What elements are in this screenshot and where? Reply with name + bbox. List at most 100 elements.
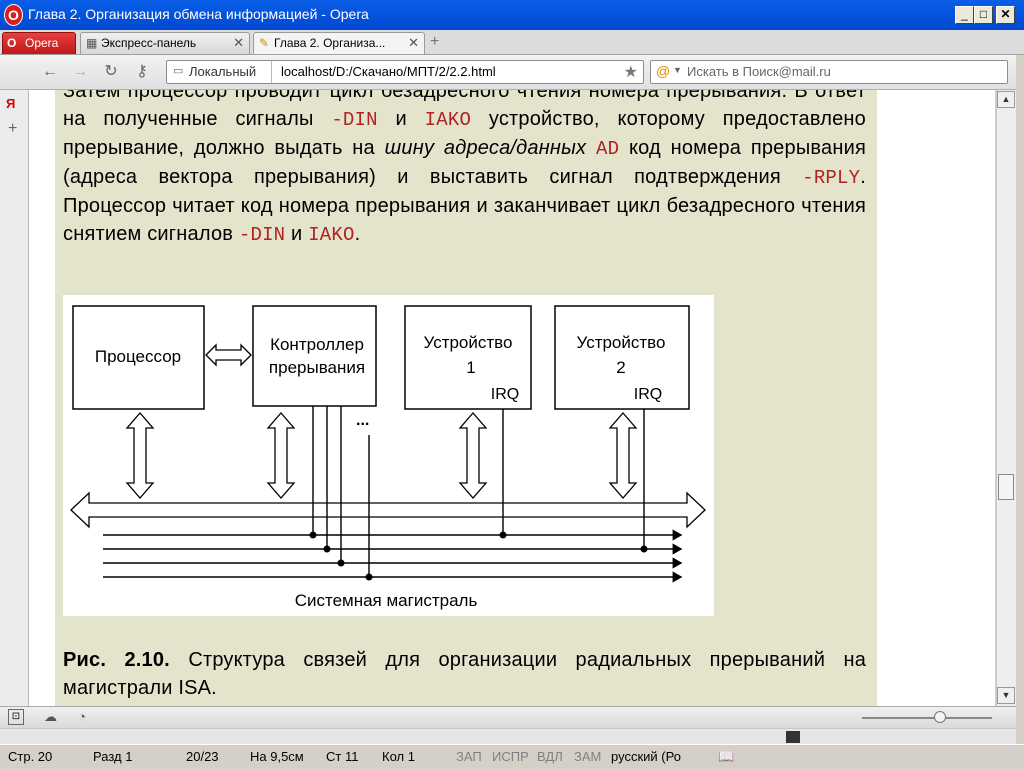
signal-name: -DIN bbox=[238, 224, 286, 246]
device-2-bus-arrow bbox=[608, 412, 638, 499]
system-bus-arrow bbox=[70, 491, 706, 529]
browser-status-bar: ⊡ ☁ ◔ bbox=[0, 706, 1016, 729]
zoom-slider-track[interactable] bbox=[862, 717, 992, 719]
url-text: localhost/D:/Скачано/МПТ/2/2.2.html bbox=[281, 64, 496, 79]
device-1-irq: IRQ bbox=[491, 386, 519, 403]
processor-bus-arrow bbox=[125, 412, 155, 499]
device-2-label: Устройство bbox=[577, 333, 666, 352]
processor-label: Процессор bbox=[95, 347, 181, 366]
opera-menu-label: Opera bbox=[25, 36, 59, 50]
document-page: Затем процессор проводит цикл безадресно… bbox=[55, 90, 877, 706]
figure-caption: Рис. 2.10. Структура связей для организа… bbox=[63, 646, 866, 702]
speed-icon[interactable]: ◔ bbox=[78, 709, 86, 724]
zoom-slider-handle[interactable] bbox=[934, 711, 946, 723]
vertical-scrollbar[interactable]: ▲ ▼ bbox=[996, 90, 1017, 706]
close-tab-icon[interactable]: ✕ bbox=[233, 33, 244, 53]
controller-label-line2: прерывания bbox=[269, 358, 365, 377]
spelling-book-icon[interactable]: 📖 bbox=[718, 749, 734, 765]
device-1-number: 1 bbox=[466, 358, 475, 377]
search-placeholder: Искать в Поиск@mail.ru bbox=[687, 64, 831, 79]
device-1-bus-arrow bbox=[458, 412, 488, 499]
body-paragraph: Затем процессор проводит цикл безадресно… bbox=[63, 90, 866, 249]
taskbar-strip bbox=[0, 728, 1016, 745]
italic-term: шину адреса/данных bbox=[384, 137, 587, 159]
status-track-changes[interactable]: ИСПР bbox=[492, 749, 529, 764]
tab-label: Глава 2. Организа... bbox=[274, 36, 386, 50]
maximize-button[interactable]: □ bbox=[974, 6, 993, 24]
url-field[interactable]: ▭ Локальный localhost/D:/Скачано/МПТ/2/2… bbox=[166, 60, 644, 84]
proc-ctrl-arrow bbox=[205, 343, 252, 367]
url-divider bbox=[271, 61, 272, 83]
add-panel-icon[interactable]: + bbox=[8, 120, 17, 138]
close-tab-icon[interactable]: ✕ bbox=[408, 33, 419, 53]
signal-name: -RPLY bbox=[802, 167, 861, 189]
signal-name: IAKO bbox=[308, 224, 355, 246]
tab-bar: O Opera ▦ Экспресс-панель ✕ ✎ Глава 2. О… bbox=[0, 30, 1024, 55]
status-record[interactable]: ЗАП bbox=[456, 749, 482, 764]
opera-menu-button[interactable]: O Opera bbox=[2, 32, 76, 54]
yandex-icon[interactable]: Я bbox=[6, 96, 15, 111]
status-position: На 9,5см bbox=[250, 749, 304, 764]
paragraph-text: и bbox=[377, 108, 425, 130]
back-arrow-icon[interactable]: ← bbox=[40, 62, 60, 82]
minimize-button[interactable]: _ bbox=[955, 6, 974, 24]
paragraph-text: . bbox=[354, 223, 361, 245]
controller-box bbox=[252, 305, 377, 407]
signal-name: IAKO bbox=[424, 109, 472, 131]
controller-bus-arrow bbox=[266, 412, 296, 499]
dropdown-icon[interactable] bbox=[786, 731, 800, 743]
caption-text: Структура связей для организации радиаль… bbox=[63, 649, 867, 699]
more-lines-ellipsis: ... bbox=[356, 412, 369, 429]
monitor-icon: ▭ bbox=[173, 65, 184, 77]
tab-express-panel[interactable]: ▦ Экспресс-панель ✕ bbox=[80, 32, 250, 54]
signal-name: AD bbox=[596, 138, 620, 160]
status-language[interactable]: русский (Ро bbox=[611, 749, 681, 764]
status-section: Разд 1 bbox=[93, 749, 133, 764]
reload-icon[interactable]: ↻ bbox=[101, 62, 121, 82]
opera-logo-icon: O bbox=[4, 4, 23, 26]
chevron-down-icon[interactable]: ▼ bbox=[673, 65, 682, 75]
status-overtype[interactable]: ЗАМ bbox=[574, 749, 601, 764]
status-page: Стр. 20 bbox=[8, 749, 53, 764]
status-pages: 20/23 bbox=[186, 749, 219, 764]
address-bar: ← → ↻ ⚷ ▭ Локальный localhost/D:/Скачано… bbox=[0, 55, 1024, 90]
paragraph-text: и bbox=[285, 223, 309, 245]
scroll-thumb[interactable] bbox=[998, 474, 1014, 500]
system-bus-label: Системная магистраль bbox=[295, 591, 478, 610]
device-2-number: 2 bbox=[616, 358, 625, 377]
security-label: Локальный bbox=[189, 64, 257, 79]
interrupt-diagram: Процессор Контроллер прерывания Устройст… bbox=[63, 295, 714, 616]
document-status-bar: Стр. 20 Разд 1 20/23 На 9,5см Ст 11 Кол … bbox=[0, 744, 1024, 769]
diagram-svg: Процессор Контроллер прерывания Устройст… bbox=[70, 305, 706, 610]
search-field[interactable]: @ ▼ Искать в Поиск@mail.ru bbox=[650, 60, 1008, 84]
page-viewport: Затем процессор проводит цикл безадресно… bbox=[29, 90, 995, 706]
status-line: Ст 11 bbox=[326, 749, 359, 764]
device-2-irq: IRQ bbox=[634, 386, 662, 403]
tab-chapter-2[interactable]: ✎ Глава 2. Организа... ✕ bbox=[253, 32, 425, 54]
grid-icon: ▦ bbox=[86, 36, 98, 50]
tab-label: Экспресс-панель bbox=[101, 36, 197, 50]
device-1-label: Устройство bbox=[424, 333, 513, 352]
title-bar: O Глава 2. Организация обмена информацие… bbox=[0, 0, 1024, 30]
opera-menu-icon: O bbox=[7, 36, 17, 50]
caption-number: Рис. 2.10. bbox=[63, 649, 170, 671]
window-title: Глава 2. Организация обмена информацией … bbox=[28, 6, 369, 22]
cloud-icon[interactable]: ☁ bbox=[44, 709, 57, 725]
page-icon: ✎ bbox=[259, 36, 270, 50]
forward-arrow-icon[interactable]: → bbox=[70, 62, 90, 82]
key-icon[interactable]: ⚷ bbox=[132, 62, 152, 82]
panel-toggle-icon[interactable]: ⊡ bbox=[8, 709, 24, 725]
scroll-up-icon[interactable]: ▲ bbox=[997, 91, 1015, 108]
bookmark-star-icon[interactable]: ★ bbox=[624, 62, 638, 82]
window-edge bbox=[1016, 55, 1024, 745]
paragraph-text bbox=[586, 137, 596, 159]
status-extend[interactable]: ВДЛ bbox=[537, 749, 563, 764]
mail-search-icon: @ bbox=[656, 63, 671, 79]
controller-label-line1: Контроллер bbox=[270, 335, 364, 354]
side-panel: Я + bbox=[0, 90, 29, 706]
new-tab-icon[interactable]: + bbox=[430, 33, 439, 51]
signal-name: -DIN bbox=[331, 109, 378, 131]
close-button[interactable]: ✕ bbox=[996, 6, 1015, 24]
scroll-down-icon[interactable]: ▼ bbox=[997, 687, 1015, 704]
status-column: Кол 1 bbox=[382, 749, 415, 764]
